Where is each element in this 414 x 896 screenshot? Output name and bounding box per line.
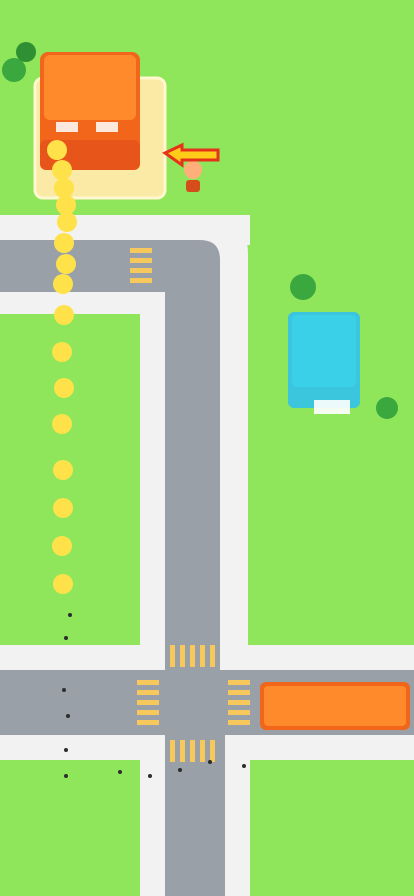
orange-bus <box>260 682 410 730</box>
game-scene[interactable] <box>0 0 414 896</box>
blue-house <box>288 312 360 414</box>
